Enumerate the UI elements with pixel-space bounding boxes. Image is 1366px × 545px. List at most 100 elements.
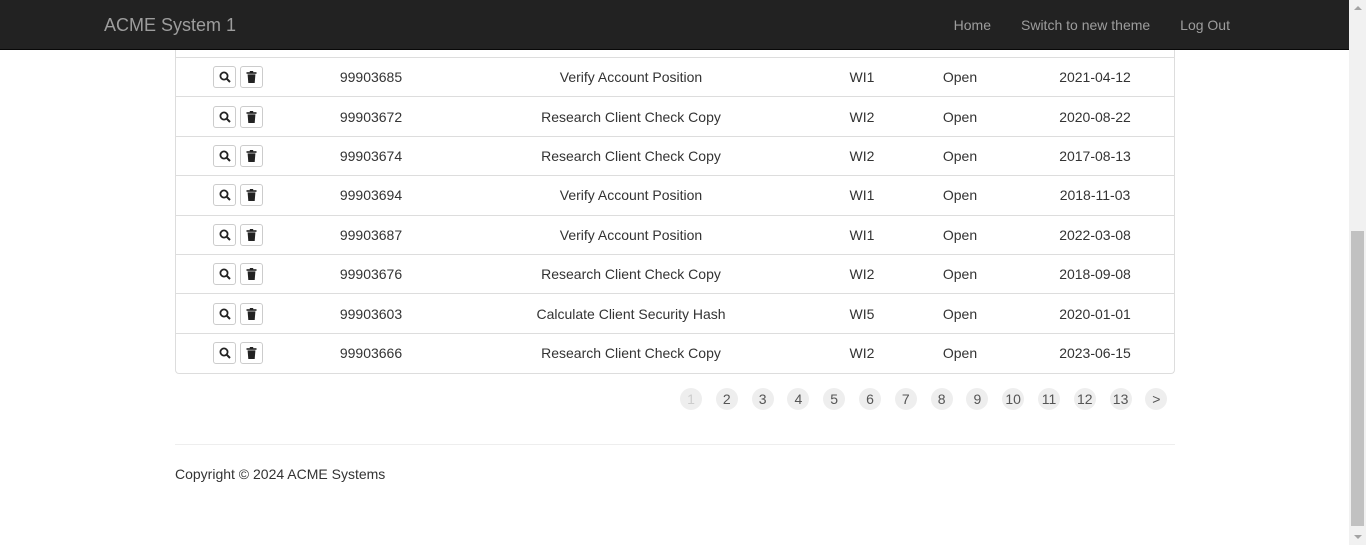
delete-button[interactable] [240,223,263,246]
page-13[interactable]: 13 [1109,388,1132,410]
cell-id: 99903685 [339,69,403,86]
page-scrollbar[interactable] [1349,0,1366,545]
delete-button[interactable] [240,105,263,128]
cell-date: 2020-08-22 [1059,108,1131,125]
delete-button[interactable] [240,184,263,207]
page-7[interactable]: 7 [894,388,917,410]
trash-icon [246,149,257,162]
table-top-edge [176,50,1174,58]
cell-id: 99903694 [339,187,403,204]
delete-button[interactable] [240,263,263,286]
page-8[interactable]: 8 [930,388,953,410]
cell-description: Research Client Check Copy [541,266,721,283]
cell-id: 99903676 [339,266,403,283]
trash-icon [246,268,257,281]
search-icon [219,71,231,83]
page-10[interactable]: 10 [1002,388,1025,410]
view-button[interactable] [213,342,236,365]
search-icon [219,150,231,162]
scroll-up-arrow-icon[interactable] [1349,0,1366,17]
delete-button[interactable] [240,342,263,365]
trash-icon [246,110,257,123]
table-row: 99903676 Research Client Check Copy WI2 Ope… [176,255,1174,295]
view-button[interactable] [213,66,236,89]
navbar: ACME System 1 Home Switch to new theme L… [0,0,1349,50]
row-actions [176,334,300,373]
cell-id: 99903672 [339,108,403,125]
trash-icon [246,71,257,84]
work-items-table: 99903685 Verify Account Position WI1 Open 20… [175,50,1175,374]
page-3[interactable]: 3 [751,388,774,410]
cell-date: 2018-11-03 [1059,187,1131,204]
view-button[interactable] [213,223,236,246]
cell-status: Open [942,226,978,243]
view-button[interactable] [213,302,236,325]
view-button[interactable] [213,263,236,286]
cell-date: 2022-03-08 [1059,226,1131,243]
table-body: 99903685 Verify Account Position WI1 Open 20… [176,58,1174,373]
cell-description: Verify Account Position [559,187,703,204]
delete-button[interactable] [240,302,263,325]
brand-title[interactable]: ACME System 1 [104,14,236,36]
table-row: 99903687 Verify Account Position WI1 Open 20… [176,216,1174,255]
cell-description: Verify Account Position [559,226,703,243]
search-icon [219,347,231,360]
cell-status: Open [942,305,978,322]
view-button[interactable] [213,105,236,128]
view-button[interactable] [213,184,236,207]
cell-id: 99903666 [339,345,403,362]
nav-logout-link[interactable]: Log Out [1165,0,1245,50]
cell-status: Open [942,69,978,86]
search-icon [219,268,231,280]
table-row: 99903666 Research Client Check Copy WI2 Ope… [176,334,1174,373]
page-5[interactable]: 5 [823,388,846,410]
delete-button[interactable] [240,144,263,167]
page-2[interactable]: 2 [715,388,738,410]
page-12[interactable]: 12 [1073,388,1096,410]
view-button[interactable] [213,144,236,167]
cell-date: 2023-06-15 [1059,345,1131,362]
search-icon [219,308,231,320]
scroll-thumb[interactable] [1351,231,1364,526]
cell-date: 2018-09-08 [1059,266,1131,283]
row-actions [176,137,300,175]
search-icon [219,189,231,202]
trash-icon [246,228,257,241]
cell-type: WI1 [849,226,875,243]
table-row: 99903674 Research Client Check Copy WI2 Ope… [176,137,1174,177]
cell-id: 99903603 [339,305,403,322]
row-actions [176,58,300,96]
cell-status: Open [942,345,978,362]
page-next-button[interactable]: > [1145,388,1168,410]
trash-icon [246,347,257,360]
row-actions [176,216,300,254]
nav-switch-theme-link[interactable]: Switch to new theme [1006,0,1165,50]
table-row: 99903603 Calculate Client Security Hash WI… [176,294,1174,334]
row-actions [176,255,300,293]
page-4[interactable]: 4 [787,388,810,410]
scroll-down-arrow-icon[interactable] [1349,528,1366,545]
cell-type: WI2 [849,108,875,125]
cell-status: Open [942,187,978,204]
nav-links: Home Switch to new theme Log Out [939,0,1245,50]
cell-description: Research Client Check Copy [541,345,721,362]
cell-status: Open [942,266,978,283]
cell-status: Open [942,147,978,164]
cell-date: 2021-04-12 [1059,69,1131,86]
row-actions [176,97,300,135]
cell-description: Verify Account Position [559,69,703,86]
cell-date: 2020-01-01 [1059,305,1131,322]
table-row: 99903672 Research Client Check Copy WI2 Ope… [176,97,1174,137]
delete-button[interactable] [240,66,263,89]
cell-type: WI1 [849,187,875,204]
cell-description: Research Client Check Copy [541,147,721,164]
page-6[interactable]: 6 [859,388,881,410]
page-9[interactable]: 9 [966,388,989,410]
nav-home-link[interactable]: Home [939,0,1006,50]
page-1[interactable]: 1 [680,388,702,410]
cell-type: WI2 [849,147,875,164]
search-icon [219,111,231,123]
page-11[interactable]: 11 [1038,388,1060,410]
search-icon [219,229,231,241]
trash-icon [246,189,257,202]
